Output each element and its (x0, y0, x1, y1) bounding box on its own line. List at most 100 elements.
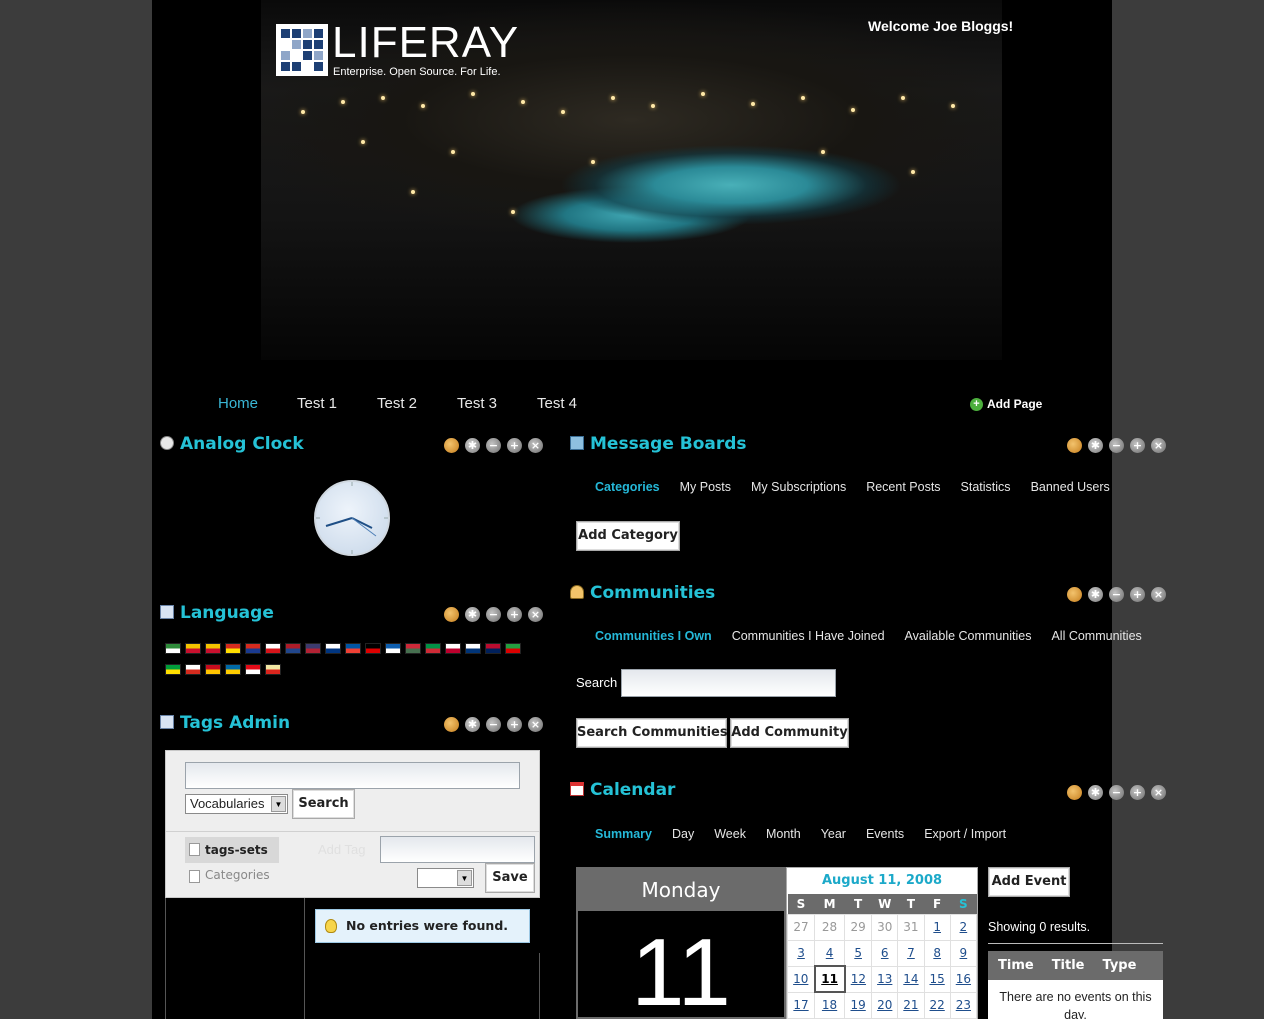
tag-set-select[interactable]: ▼ (417, 868, 474, 888)
minimize-icon[interactable]: − (1109, 587, 1124, 602)
arabic-flag[interactable] (165, 643, 181, 654)
vietnamese-flag[interactable] (265, 664, 281, 675)
calendar-day-cell[interactable]: 18 (814, 991, 846, 1019)
maximize-icon[interactable]: + (1130, 785, 1145, 800)
add-event-button[interactable]: Add Event (988, 867, 1070, 897)
add-category-button[interactable]: Add Category (576, 521, 680, 551)
tab-all-communities[interactable]: All Communities (1051, 629, 1141, 643)
categories-set-item[interactable]: Categories (185, 868, 270, 883)
taiwan-flag[interactable] (245, 643, 261, 654)
add-community-button[interactable]: Add Community (730, 718, 849, 748)
configuration-icon[interactable]: ✱ (465, 607, 480, 622)
tab-statistics[interactable]: Statistics (961, 480, 1011, 494)
turkish-flag[interactable] (245, 664, 261, 675)
calendar-day-cell[interactable]: 5 (844, 939, 873, 967)
tab-recent-posts[interactable]: Recent Posts (866, 480, 940, 494)
calendar-day-cell[interactable]: 9 (949, 939, 978, 967)
calendar-day-cell[interactable]: 20 (871, 991, 899, 1019)
look-and-feel-icon[interactable] (1067, 587, 1082, 602)
calendar-day-cell[interactable]: 1 (923, 913, 951, 941)
tags-search-input[interactable] (185, 762, 520, 789)
mini-calendar-month[interactable]: August 11, 2008 (787, 868, 977, 894)
dutch-flag[interactable] (285, 643, 301, 654)
look-and-feel-icon[interactable] (1067, 438, 1082, 453)
configuration-icon[interactable]: ✱ (1088, 587, 1103, 602)
liferay-logo[interactable]: LIFERAY Enterprise. Open Source. For Lif… (276, 18, 518, 80)
minimize-icon[interactable]: − (486, 717, 501, 732)
greek-flag[interactable] (385, 643, 401, 654)
japanese-flag[interactable] (445, 643, 461, 654)
minimize-icon[interactable]: − (486, 438, 501, 453)
calendar-day-cell[interactable]: 7 (897, 939, 925, 967)
english-flag[interactable] (305, 643, 321, 654)
calendar-day-cell[interactable]: 8 (923, 939, 951, 967)
add-tag-input[interactable] (380, 836, 535, 863)
maximize-icon[interactable]: + (507, 607, 522, 622)
configuration-icon[interactable]: ✱ (1088, 438, 1103, 453)
italian-flag[interactable] (425, 643, 441, 654)
tab-week[interactable]: Week (714, 827, 746, 841)
hungarian-flag[interactable] (405, 643, 421, 654)
tab-month[interactable]: Month (766, 827, 801, 841)
maximize-icon[interactable]: + (1130, 587, 1145, 602)
maximize-icon[interactable]: + (507, 717, 522, 732)
minimize-icon[interactable]: − (1109, 785, 1124, 800)
close-icon[interactable]: × (1151, 785, 1166, 800)
save-button[interactable]: Save (485, 863, 535, 893)
column-title[interactable]: Title (1034, 951, 1085, 980)
maximize-icon[interactable]: + (1130, 438, 1145, 453)
tab-communities-i-have-joined[interactable]: Communities I Have Joined (732, 629, 885, 643)
tab-my-subscriptions[interactable]: My Subscriptions (751, 480, 846, 494)
vocabularies-select[interactable]: Vocabularies ▼ (185, 794, 288, 814)
calendar-day-cell[interactable]: 21 (897, 991, 925, 1019)
tags-search-button[interactable]: Search (292, 789, 355, 819)
configuration-icon[interactable]: ✱ (1088, 785, 1103, 800)
calendar-day-cell[interactable]: 22 (923, 991, 951, 1019)
portuguese-flag[interactable] (165, 664, 181, 675)
tab-my-posts[interactable]: My Posts (680, 480, 731, 494)
tab-summary[interactable]: Summary (595, 827, 652, 841)
calendar-day-cell[interactable]: 19 (844, 991, 873, 1019)
look-and-feel-icon[interactable] (444, 607, 459, 622)
calendar-day-cell[interactable]: 12 (844, 965, 873, 993)
finnish-flag[interactable] (325, 643, 341, 654)
calendar-day-cell[interactable]: 17 (786, 991, 816, 1019)
close-icon[interactable]: × (1151, 587, 1166, 602)
configuration-icon[interactable]: ✱ (465, 438, 480, 453)
tab-events[interactable]: Events (866, 827, 904, 841)
welcome-message[interactable]: Welcome Joe Bloggs! (868, 18, 1013, 34)
calendar-day-cell[interactable]: 6 (871, 939, 899, 967)
german-flag[interactable] (365, 643, 381, 654)
communities-search-input[interactable] (621, 669, 836, 697)
calendar-day-cell[interactable]: 15 (923, 965, 951, 993)
tab-year[interactable]: Year (821, 827, 846, 841)
spanish-flag[interactable] (205, 664, 221, 675)
calendar-day-cell[interactable]: 23 (949, 991, 978, 1019)
nav-tab-test-4[interactable]: Test 4 (537, 395, 577, 412)
nav-tab-test-1[interactable]: Test 1 (297, 395, 337, 412)
minimize-icon[interactable]: − (1109, 438, 1124, 453)
column-time[interactable]: Time (988, 951, 1034, 980)
tab-day[interactable]: Day (672, 827, 694, 841)
catalan-flag-2[interactable] (205, 643, 221, 654)
look-and-feel-icon[interactable] (444, 717, 459, 732)
calendar-day-cell[interactable]: 10 (786, 965, 816, 993)
tab-banned-users[interactable]: Banned Users (1031, 480, 1110, 494)
nav-tab-test-2[interactable]: Test 2 (377, 395, 417, 412)
korean-flag[interactable] (465, 643, 481, 654)
calendar-day-cell[interactable]: 11 (813, 965, 846, 993)
calendar-day-cell[interactable]: 16 (949, 965, 978, 993)
column-type[interactable]: Type (1085, 951, 1137, 980)
tab-categories[interactable]: Categories (595, 480, 660, 494)
calendar-day-cell[interactable]: 4 (814, 939, 846, 967)
catalan-flag[interactable] (185, 643, 201, 654)
czech-flag[interactable] (265, 643, 281, 654)
tab-export-import[interactable]: Export / Import (924, 827, 1006, 841)
tab-communities-i-own[interactable]: Communities I Own (595, 629, 712, 643)
close-icon[interactable]: × (1151, 438, 1166, 453)
calendar-day-cell[interactable]: 13 (871, 965, 899, 993)
maximize-icon[interactable]: + (507, 438, 522, 453)
norwegian-flag[interactable] (485, 643, 501, 654)
look-and-feel-icon[interactable] (444, 438, 459, 453)
calendar-day-cell[interactable]: 14 (897, 965, 925, 993)
